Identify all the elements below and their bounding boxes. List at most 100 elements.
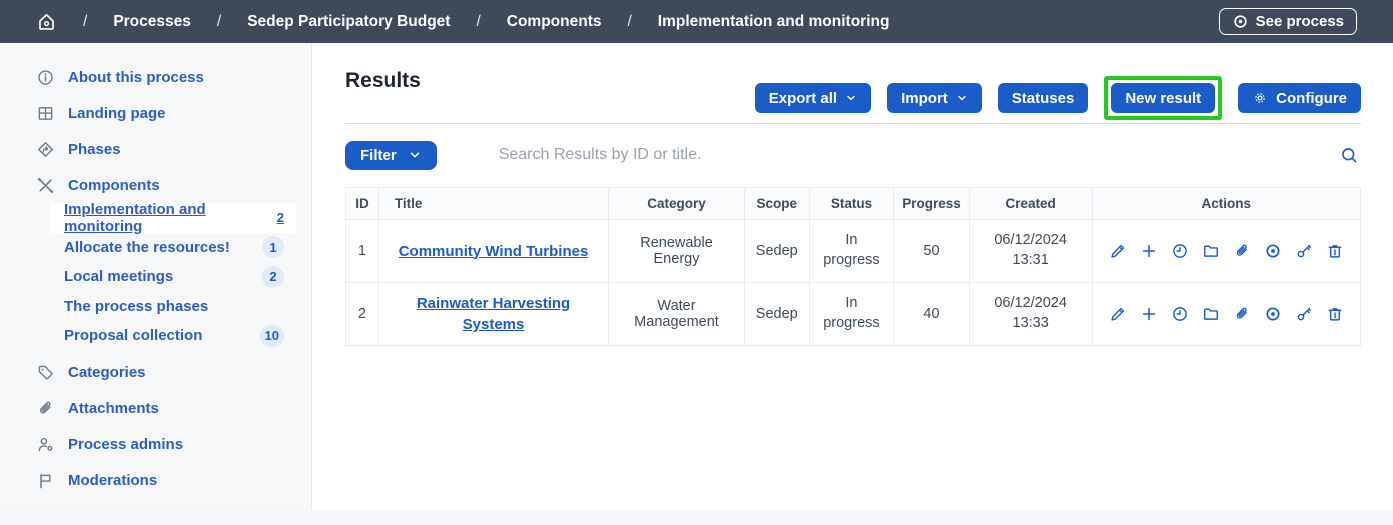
breadcrumb: / Processes / Sedep Participatory Budget… bbox=[36, 11, 889, 32]
new-result-highlight-box: New result bbox=[1104, 76, 1222, 120]
results-table: ID Title Category Scope Status Progress … bbox=[345, 187, 1361, 346]
result-created: 06/12/2024 13:31 bbox=[985, 231, 1077, 270]
timeline-clock-icon[interactable] bbox=[1171, 305, 1189, 323]
see-process-label: See process bbox=[1256, 13, 1344, 30]
chevron-down-icon bbox=[845, 92, 857, 104]
result-category: Renewable Energy bbox=[609, 220, 745, 283]
col-header-scope: Scope bbox=[744, 188, 809, 220]
new-result-button[interactable]: New result bbox=[1111, 83, 1215, 113]
sidebar-item-process-admins[interactable]: Process admins bbox=[0, 427, 311, 463]
col-header-status: Status bbox=[809, 188, 894, 220]
preview-eye-icon[interactable] bbox=[1264, 305, 1282, 323]
table-row: 2 Rainwater Harvesting Systems Water Man… bbox=[346, 283, 1361, 346]
sidebar-item-landing-page[interactable]: Landing page bbox=[0, 95, 311, 131]
sidebar-item-attachments[interactable]: Attachments bbox=[0, 391, 311, 427]
col-header-id: ID bbox=[346, 188, 379, 220]
breadcrumb-separator: / bbox=[217, 13, 221, 31]
admin-topbar: / Processes / Sedep Participatory Budget… bbox=[0, 0, 1393, 43]
info-icon bbox=[36, 68, 55, 87]
sidebar-item-categories[interactable]: Categories bbox=[0, 355, 311, 391]
sidebar-item-moderations[interactable]: Moderations bbox=[0, 463, 311, 499]
sidebar-item-components[interactable]: Components bbox=[0, 167, 311, 203]
row-actions bbox=[1101, 305, 1352, 323]
sidebar-item-label: Process admins bbox=[68, 436, 183, 453]
sidebar-subitem-label: Proposal collection bbox=[64, 327, 202, 344]
result-title-link[interactable]: Community Wind Turbines bbox=[399, 241, 589, 262]
search-icon bbox=[1340, 146, 1359, 165]
chevron-down-icon bbox=[956, 92, 968, 104]
chevron-down-icon bbox=[408, 148, 422, 162]
col-header-progress: Progress bbox=[894, 188, 970, 220]
timeline-clock-icon[interactable] bbox=[1171, 242, 1189, 260]
permissions-key-icon[interactable] bbox=[1295, 242, 1313, 260]
breadcrumb-components[interactable]: Components bbox=[507, 13, 602, 31]
layout-grid-icon bbox=[36, 104, 55, 123]
sidebar-subitem-the-process-phases[interactable]: The process phases bbox=[50, 292, 296, 322]
gear-icon bbox=[1252, 90, 1268, 106]
search-button[interactable] bbox=[1338, 146, 1361, 165]
statuses-button[interactable]: Statuses bbox=[998, 83, 1089, 113]
result-scope: Sedep bbox=[744, 283, 809, 346]
breadcrumb-separator: / bbox=[83, 13, 87, 31]
breadcrumb-separator: / bbox=[627, 13, 631, 31]
process-sidebar: About this process Landing page Phases C… bbox=[0, 43, 312, 510]
sidebar-subitem-proposal-collection[interactable]: Proposal collection 10 bbox=[50, 321, 296, 351]
result-created: 06/12/2024 13:33 bbox=[985, 294, 1077, 333]
new-plus-icon[interactable] bbox=[1140, 305, 1158, 323]
row-actions bbox=[1101, 242, 1352, 260]
filter-label: Filter bbox=[360, 147, 397, 164]
user-gear-icon bbox=[36, 435, 55, 454]
count-badge: 2 bbox=[277, 207, 284, 229]
results-panel: Results Export all Import Statuses New r… bbox=[312, 43, 1393, 510]
attachments-paperclip-icon[interactable] bbox=[1233, 305, 1251, 323]
page-title: Results bbox=[345, 69, 421, 93]
col-header-category: Category bbox=[609, 188, 745, 220]
home-icon[interactable] bbox=[36, 11, 57, 32]
sidebar-item-label: Moderations bbox=[68, 472, 157, 489]
header-actions: Export all Import Statuses New result Co… bbox=[755, 76, 1361, 120]
count-badge: 2 bbox=[262, 266, 284, 288]
sidebar-item-label: Components bbox=[68, 177, 160, 194]
edit-pencil-icon[interactable] bbox=[1109, 242, 1127, 260]
eye-circle-icon bbox=[1232, 13, 1249, 30]
tag-icon bbox=[36, 363, 55, 382]
export-all-button[interactable]: Export all bbox=[755, 83, 871, 113]
result-title-link[interactable]: Rainwater Harvesting Systems bbox=[387, 293, 600, 335]
new-plus-icon[interactable] bbox=[1140, 242, 1158, 260]
sidebar-item-phases[interactable]: Phases bbox=[0, 131, 311, 167]
breadcrumb-current-component[interactable]: Implementation and monitoring bbox=[658, 13, 890, 31]
delete-trash-icon[interactable] bbox=[1326, 305, 1344, 323]
flag-icon bbox=[36, 471, 55, 490]
folder-icon[interactable] bbox=[1202, 305, 1220, 323]
sidebar-item-label: About this process bbox=[68, 69, 204, 86]
export-all-label: Export all bbox=[769, 90, 837, 107]
sidebar-subitem-label: Local meetings bbox=[64, 268, 173, 285]
statuses-label: Statuses bbox=[1012, 90, 1075, 107]
configure-button[interactable]: Configure bbox=[1238, 83, 1361, 113]
result-scope: Sedep bbox=[744, 220, 809, 283]
permissions-key-icon[interactable] bbox=[1295, 305, 1313, 323]
result-category: Water Management bbox=[609, 283, 745, 346]
col-header-title: Title bbox=[378, 188, 608, 220]
sidebar-item-label: Phases bbox=[68, 141, 121, 158]
sidebar-subitem-allocate-the-resources[interactable]: Allocate the resources! 1 bbox=[50, 233, 296, 263]
sidebar-subitem-implementation-and-monitoring[interactable]: Implementation and monitoring 2 bbox=[50, 203, 296, 233]
result-status: In progress bbox=[820, 294, 882, 333]
see-process-button[interactable]: See process bbox=[1219, 8, 1357, 35]
filter-button[interactable]: Filter bbox=[345, 141, 437, 170]
sidebar-subitem-local-meetings[interactable]: Local meetings 2 bbox=[50, 262, 296, 292]
import-button[interactable]: Import bbox=[887, 83, 982, 113]
count-badge: 1 bbox=[262, 236, 284, 258]
edit-pencil-icon[interactable] bbox=[1109, 305, 1127, 323]
filter-search-row: Filter bbox=[345, 124, 1361, 186]
sidebar-item-about-this-process[interactable]: About this process bbox=[0, 59, 311, 95]
folder-icon[interactable] bbox=[1202, 242, 1220, 260]
preview-eye-icon[interactable] bbox=[1264, 242, 1282, 260]
breadcrumb-process-name[interactable]: Sedep Participatory Budget bbox=[247, 13, 450, 31]
search-input[interactable] bbox=[499, 146, 1259, 164]
sidebar-subitem-label: Implementation and monitoring bbox=[64, 201, 277, 235]
attachments-paperclip-icon[interactable] bbox=[1233, 242, 1251, 260]
delete-trash-icon[interactable] bbox=[1326, 242, 1344, 260]
breadcrumb-processes[interactable]: Processes bbox=[113, 13, 191, 31]
tools-icon bbox=[36, 176, 55, 195]
